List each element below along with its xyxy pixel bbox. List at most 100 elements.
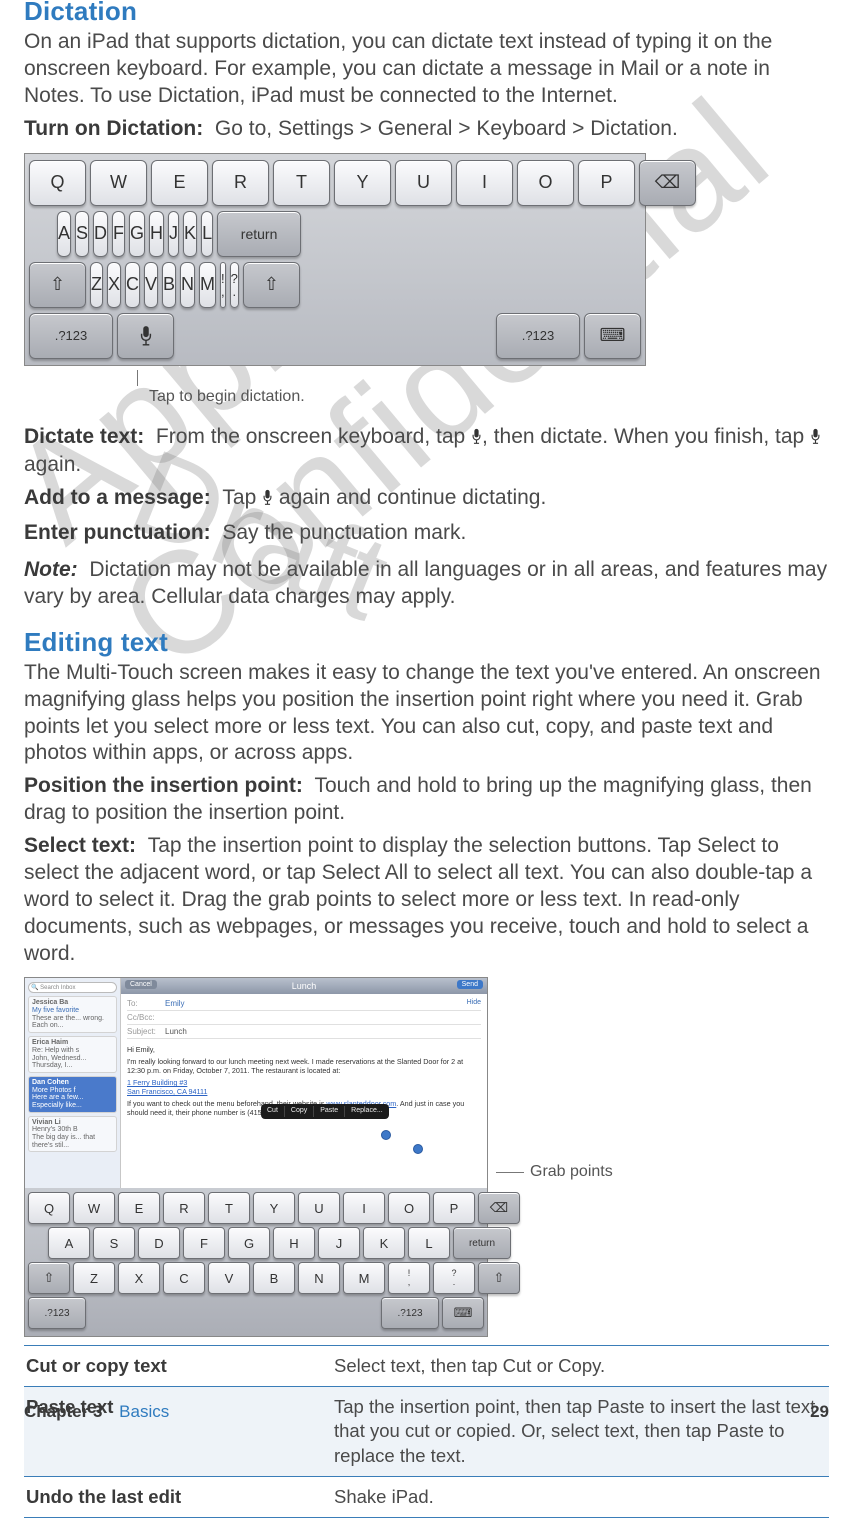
key-i[interactable]: I <box>456 160 513 206</box>
menu-replace[interactable]: Replace... <box>345 1106 389 1117</box>
numbers-key-right[interactable]: .?123 <box>496 313 580 359</box>
key-t[interactable]: T <box>208 1192 250 1224</box>
key-q[interactable]: Q <box>28 1192 70 1224</box>
add-text-a: Tap <box>222 486 262 509</box>
key-l[interactable]: L <box>408 1227 450 1259</box>
key-t[interactable]: T <box>273 160 330 206</box>
subject-field[interactable]: Subject:Lunch <box>127 1025 481 1039</box>
key-c[interactable]: C <box>125 262 140 308</box>
menu-cut[interactable]: Cut <box>261 1106 285 1117</box>
keyboard-row-3: ⇧ Z X C V B N M !, ?. ⇧ <box>29 262 641 308</box>
key-d[interactable]: D <box>138 1227 180 1259</box>
key-y[interactable]: Y <box>334 160 391 206</box>
key-e[interactable]: E <box>151 160 208 206</box>
key-s[interactable]: S <box>93 1227 135 1259</box>
numbers-key-right[interactable]: .?123 <box>381 1297 439 1329</box>
key-a[interactable]: A <box>57 211 71 257</box>
key-m[interactable]: M <box>343 1262 385 1294</box>
cancel-button[interactable]: Cancel <box>125 980 157 989</box>
shift-key-left[interactable]: ⇧ <box>28 1262 70 1294</box>
key-question-period[interactable]: ?. <box>433 1262 475 1294</box>
key-k[interactable]: K <box>363 1227 405 1259</box>
key-p[interactable]: P <box>578 160 635 206</box>
key-k[interactable]: K <box>183 211 197 257</box>
key-question-period[interactable]: ?. <box>230 262 239 308</box>
search-input[interactable]: 🔍 Search Inbox <box>28 982 117 993</box>
key-x[interactable]: X <box>107 262 121 308</box>
op-paste-desc: Tap the insertion point, then tap Paste … <box>332 1387 829 1476</box>
link-address2[interactable]: San Francisco, CA 94111 <box>127 1087 207 1096</box>
key-h[interactable]: H <box>149 211 164 257</box>
list-item[interactable]: Erica HaimRe: Help with sJohn, Wednesd..… <box>28 1036 117 1073</box>
shift-key-left[interactable]: ⇧ <box>29 262 86 308</box>
key-g[interactable]: G <box>129 211 145 257</box>
cc-field[interactable]: Cc/Bcc: <box>127 1011 481 1025</box>
key-u[interactable]: U <box>395 160 452 206</box>
key-q[interactable]: Q <box>29 160 86 206</box>
key-r[interactable]: R <box>212 160 269 206</box>
preview: These are the... wrong. Each on... <box>32 1015 104 1030</box>
key-e[interactable]: E <box>118 1192 160 1224</box>
key-z[interactable]: Z <box>90 262 103 308</box>
dismiss-keyboard-key[interactable]: ⌨ <box>584 313 641 359</box>
grab-point-left[interactable] <box>381 1130 391 1140</box>
menu-paste[interactable]: Paste <box>314 1106 345 1117</box>
dictation-key[interactable] <box>117 313 174 359</box>
key-h[interactable]: H <box>273 1227 315 1259</box>
return-key[interactable]: return <box>453 1227 511 1259</box>
backspace-key[interactable]: ⌫ <box>478 1192 520 1224</box>
key-b[interactable]: B <box>162 262 176 308</box>
key-v[interactable]: V <box>144 262 158 308</box>
key-w[interactable]: W <box>90 160 147 206</box>
link-address1[interactable]: 1 Ferry Building #3 <box>127 1078 187 1087</box>
key-f[interactable]: F <box>183 1227 225 1259</box>
send-button[interactable]: Send <box>457 980 483 989</box>
editing-intro: The Multi-Touch screen makes it easy to … <box>24 660 829 768</box>
key-o[interactable]: O <box>517 160 574 206</box>
key-n[interactable]: N <box>298 1262 340 1294</box>
numbers-key-left[interactable]: .?123 <box>29 313 113 359</box>
key-o[interactable]: O <box>388 1192 430 1224</box>
key-g[interactable]: G <box>228 1227 270 1259</box>
key-c[interactable]: C <box>163 1262 205 1294</box>
hide-button[interactable]: Hide <box>467 999 481 1008</box>
selection-menu: Cut Copy Paste Replace... <box>261 1104 389 1119</box>
key-w[interactable]: W <box>73 1192 115 1224</box>
menu-copy[interactable]: Copy <box>285 1106 314 1117</box>
key-j[interactable]: J <box>168 211 179 257</box>
key-r[interactable]: R <box>163 1192 205 1224</box>
return-key[interactable]: return <box>217 211 301 257</box>
mail-body[interactable]: Hi Emily, I'm really looking forward to … <box>121 1042 487 1117</box>
key-i[interactable]: I <box>343 1192 385 1224</box>
key-m[interactable]: M <box>199 262 216 308</box>
key-b[interactable]: B <box>253 1262 295 1294</box>
key-l[interactable]: L <box>201 211 213 257</box>
key-p[interactable]: P <box>433 1192 475 1224</box>
dictation-turn-on: Turn on Dictation: Go to, Settings > Gen… <box>24 116 829 143</box>
key-s[interactable]: S <box>75 211 89 257</box>
list-item[interactable]: Dan CohenMore Photos fHere are a few... … <box>28 1076 117 1113</box>
dismiss-keyboard-key[interactable]: ⌨ <box>442 1297 484 1329</box>
key-v[interactable]: V <box>208 1262 250 1294</box>
numbers-key-left[interactable]: .?123 <box>28 1297 86 1329</box>
key-d[interactable]: D <box>93 211 108 257</box>
to-field[interactable]: To:EmilyHide <box>127 997 481 1011</box>
list-item[interactable]: Jessica BaMy five favoriteThese are the.… <box>28 996 117 1033</box>
key-a[interactable]: A <box>48 1227 90 1259</box>
key-exclaim-comma[interactable]: !, <box>388 1262 430 1294</box>
grab-point-right[interactable] <box>413 1144 423 1154</box>
key-n[interactable]: N <box>180 262 195 308</box>
list-item[interactable]: Vivian LiHenry's 30th BThe big day is...… <box>28 1116 117 1153</box>
key-u[interactable]: U <box>298 1192 340 1224</box>
shift-key-right[interactable]: ⇧ <box>478 1262 520 1294</box>
key-exclaim-comma[interactable]: !, <box>220 262 226 308</box>
key-y[interactable]: Y <box>253 1192 295 1224</box>
key-x[interactable]: X <box>118 1262 160 1294</box>
key-z[interactable]: Z <box>73 1262 115 1294</box>
key-j[interactable]: J <box>318 1227 360 1259</box>
backspace-key[interactable]: ⌫ <box>639 160 696 206</box>
key-f[interactable]: F <box>112 211 125 257</box>
shift-key-right[interactable]: ⇧ <box>243 262 300 308</box>
keyboard-row-4: .?123 .?123 ⌨ <box>29 313 641 359</box>
enter-punct-para: Enter punctuation: Say the punctuation m… <box>24 520 829 547</box>
